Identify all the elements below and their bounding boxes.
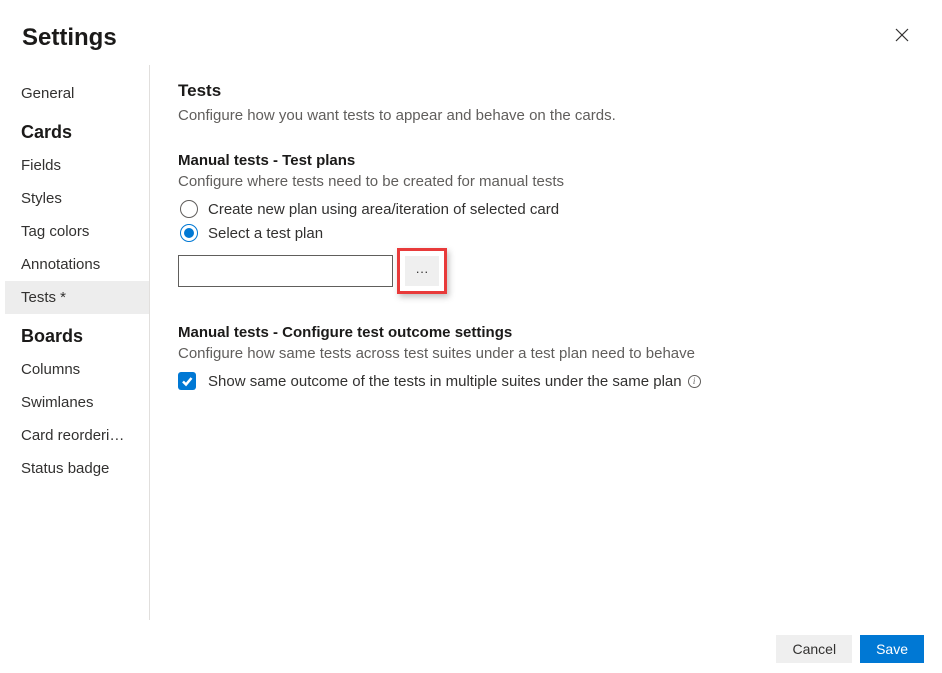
close-icon — [895, 28, 909, 42]
radio-select-plan[interactable] — [180, 224, 198, 242]
radio-row-create-plan[interactable]: Create new plan using area/iteration of … — [180, 200, 918, 218]
save-button[interactable]: Save — [860, 635, 924, 663]
radio-create-plan[interactable] — [180, 200, 198, 218]
checkmark-icon — [181, 375, 193, 387]
checkbox-same-outcome[interactable] — [178, 372, 196, 390]
dialog-header: Settings — [0, 0, 942, 65]
sidebar-group-cards: Cards — [5, 110, 149, 149]
sidebar-item-columns[interactable]: Columns — [5, 353, 149, 386]
sidebar-item-tag-colors[interactable]: Tag colors — [5, 215, 149, 248]
close-button[interactable] — [887, 20, 917, 55]
sidebar-item-tests[interactable]: Tests * — [5, 281, 149, 314]
subsection-title-testplans: Manual tests - Test plans — [178, 152, 918, 169]
subsection-desc-outcome: Configure how same tests across test sui… — [178, 345, 918, 362]
cancel-button[interactable]: Cancel — [776, 635, 852, 663]
radio-row-select-plan[interactable]: Select a test plan — [180, 224, 918, 242]
radio-label-select-plan: Select a test plan — [208, 225, 323, 242]
checkbox-text-same-outcome: Show same outcome of the tests in multip… — [208, 373, 682, 390]
checkbox-label-same-outcome: Show same outcome of the tests in multip… — [208, 373, 701, 390]
sidebar-item-swimlanes[interactable]: Swimlanes — [5, 386, 149, 419]
sidebar-item-card-reordering[interactable]: Card reorderi… — [5, 419, 149, 452]
radio-label-create-plan: Create new plan using area/iteration of … — [208, 201, 559, 218]
ellipsis-icon: ··· — [416, 264, 429, 279]
sidebar-group-boards: Boards — [5, 314, 149, 353]
browse-highlight: ··· — [397, 248, 447, 294]
plan-input-row: ··· — [178, 248, 918, 294]
subsection-title-outcome: Manual tests - Configure test outcome se… — [178, 324, 918, 341]
test-plan-input[interactable] — [178, 255, 393, 287]
sidebar-item-annotations[interactable]: Annotations — [5, 248, 149, 281]
page-title: Settings — [22, 24, 117, 52]
subsection-desc-testplans: Configure where tests need to be created… — [178, 173, 918, 190]
sidebar-item-fields[interactable]: Fields — [5, 149, 149, 182]
sidebar: General Cards Fields Styles Tag colors A… — [0, 65, 150, 620]
main-content: Tests Configure how you want tests to ap… — [150, 65, 942, 620]
section-desc-tests: Configure how you want tests to appear a… — [178, 107, 918, 124]
sidebar-item-general[interactable]: General — [5, 77, 149, 110]
browse-test-plan-button[interactable]: ··· — [405, 256, 439, 286]
sidebar-item-styles[interactable]: Styles — [5, 182, 149, 215]
dialog-footer: Cancel Save — [776, 635, 924, 663]
checkbox-row-same-outcome[interactable]: Show same outcome of the tests in multip… — [178, 372, 918, 390]
info-icon[interactable]: i — [688, 375, 701, 388]
section-title-tests: Tests — [178, 81, 918, 101]
sidebar-item-status-badge[interactable]: Status badge — [5, 452, 149, 485]
